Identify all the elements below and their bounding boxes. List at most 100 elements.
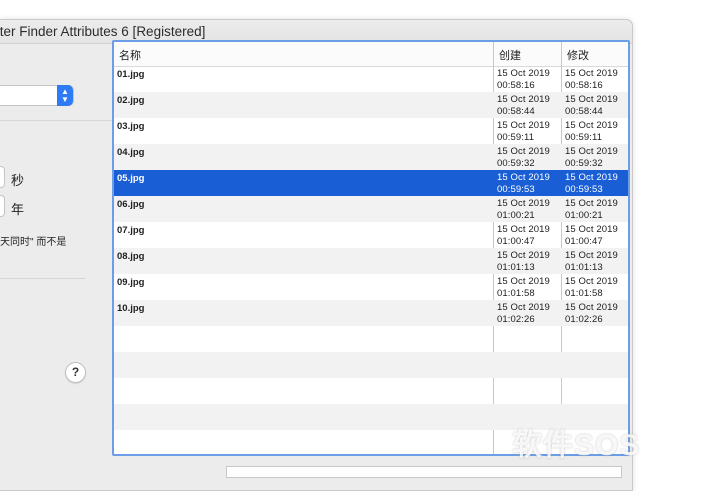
help-button[interactable]: ? [65, 362, 86, 383]
settings-panel: ▲ ▼ 秒 年 天同时" 而不是 ? [0, 44, 112, 490]
year-unit-label: 年 [11, 202, 25, 217]
created-date: 15 Oct 2019 [497, 276, 550, 287]
created-cell: 15 Oct 2019 01:01:58 [497, 276, 550, 299]
modified-cell: 15 Oct 2019 01:00:21 [565, 198, 618, 221]
modified-date: 15 Oct 2019 [565, 120, 618, 131]
table-body: 01.jpg 15 Oct 2019 00:58:16 15 Oct 2019 00:5… [114, 66, 628, 454]
table-row[interactable]: 10.jpg 15 Oct 2019 01:02:26 15 Oct 2019 01:0… [114, 300, 628, 326]
modified-date: 15 Oct 2019 [565, 68, 618, 79]
modified-cell: 15 Oct 2019 00:58:16 [565, 68, 618, 91]
column-header-created[interactable]: 创建 [499, 47, 521, 63]
created-time: 00:59:11 [497, 131, 535, 143]
created-cell: 15 Oct 2019 00:58:16 [497, 68, 550, 91]
created-date: 15 Oct 2019 [497, 198, 550, 209]
modified-time: 00:59:11 [565, 131, 603, 143]
created-cell: 15 Oct 2019 01:01:13 [497, 250, 550, 273]
modified-time: 01:00:21 [565, 209, 603, 221]
modified-time: 01:00:47 [565, 235, 603, 247]
modified-date: 15 Oct 2019 [565, 224, 618, 235]
modified-date: 15 Oct 2019 [565, 198, 618, 209]
table-row[interactable]: 02.jpg 15 Oct 2019 00:58:44 15 Oct 2019 00:5… [114, 92, 628, 118]
year-field[interactable] [0, 195, 5, 217]
seconds-field[interactable] [0, 166, 5, 188]
created-date: 15 Oct 2019 [497, 94, 550, 105]
modified-date: 15 Oct 2019 [565, 94, 618, 105]
created-cell: 15 Oct 2019 00:59:32 [497, 146, 550, 169]
modified-time: 00:58:44 [565, 105, 603, 117]
created-time: 01:02:26 [497, 313, 535, 325]
table-row[interactable]: 05.jpg 15 Oct 2019 00:59:53 15 Oct 2019 00:5… [114, 170, 628, 196]
created-time: 01:01:58 [497, 287, 535, 299]
created-time: 01:00:47 [497, 235, 535, 247]
created-cell: 15 Oct 2019 01:02:26 [497, 302, 550, 325]
file-name-cell: 03.jpg [117, 121, 145, 132]
file-name-cell: 09.jpg [117, 277, 145, 288]
table-row[interactable]: 03.jpg 15 Oct 2019 00:59:11 15 Oct 2019 00:5… [114, 118, 628, 144]
file-table[interactable]: 名称 创建 修改 01.jpg 15 Oct 2019 00:58:16 15 Oct… [112, 40, 630, 456]
file-name-cell: 06.jpg [117, 199, 145, 210]
created-date: 15 Oct 2019 [497, 120, 550, 131]
chevron-updown-icon: ▲ ▼ [57, 85, 73, 106]
created-date: 15 Oct 2019 [497, 250, 550, 261]
modified-time: 01:01:13 [565, 261, 603, 273]
empty-row[interactable] [114, 326, 628, 352]
modified-time: 00:59:53 [565, 183, 603, 195]
modified-cell: 15 Oct 2019 00:59:32 [565, 146, 618, 169]
created-time: 00:58:44 [497, 105, 535, 117]
file-name-cell: 02.jpg [117, 95, 145, 106]
modified-time: 00:59:32 [565, 157, 603, 169]
window-title: tter Finder Attributes 6 [Registered] [0, 24, 206, 39]
watermark-logo: 软件SOS [512, 429, 641, 462]
created-date: 15 Oct 2019 [497, 172, 550, 183]
table-row[interactable]: 09.jpg 15 Oct 2019 01:01:58 15 Oct 2019 01:0… [114, 274, 628, 300]
modified-time: 01:02:26 [565, 313, 603, 325]
file-name-cell: 07.jpg [117, 225, 145, 236]
empty-row[interactable] [114, 352, 628, 378]
modified-date: 15 Oct 2019 [565, 172, 618, 183]
option-description: 天同时" 而不是 [0, 237, 67, 248]
panel-divider [0, 120, 112, 121]
modified-date: 15 Oct 2019 [565, 250, 618, 261]
file-name-cell: 01.jpg [117, 69, 145, 80]
file-name-cell: 04.jpg [117, 147, 145, 158]
modified-time: 00:58:16 [565, 79, 603, 91]
created-cell: 15 Oct 2019 01:00:21 [497, 198, 550, 221]
modified-date: 15 Oct 2019 [565, 146, 618, 157]
column-header-modified[interactable]: 修改 [567, 47, 589, 63]
modified-cell: 15 Oct 2019 01:02:26 [565, 302, 618, 325]
created-cell: 15 Oct 2019 01:00:47 [497, 224, 550, 247]
modified-cell: 15 Oct 2019 01:01:58 [565, 276, 618, 299]
table-row[interactable]: 01.jpg 15 Oct 2019 00:58:16 15 Oct 2019 00:5… [114, 66, 628, 92]
seconds-unit-label: 秒 [11, 173, 25, 188]
modified-date: 15 Oct 2019 [565, 302, 618, 313]
created-cell: 15 Oct 2019 00:58:44 [497, 94, 550, 117]
created-date: 15 Oct 2019 [497, 302, 550, 313]
table-row[interactable]: 08.jpg 15 Oct 2019 01:01:13 15 Oct 2019 01:0… [114, 248, 628, 274]
created-date: 15 Oct 2019 [497, 224, 550, 235]
table-header: 名称 创建 修改 [114, 42, 628, 67]
table-row[interactable]: 04.jpg 15 Oct 2019 00:59:32 15 Oct 2019 00:5… [114, 144, 628, 170]
table-row[interactable]: 07.jpg 15 Oct 2019 01:00:47 15 Oct 2019 01:0… [114, 222, 628, 248]
file-name-cell: 10.jpg [117, 303, 145, 314]
table-row[interactable]: 06.jpg 15 Oct 2019 01:00:21 15 Oct 2019 01:0… [114, 196, 628, 222]
mode-popup-button[interactable]: ▲ ▼ [0, 85, 74, 106]
created-time: 00:59:53 [497, 183, 535, 195]
modified-cell: 15 Oct 2019 01:00:47 [565, 224, 618, 247]
created-cell: 15 Oct 2019 00:59:53 [497, 172, 550, 195]
created-time: 01:01:13 [497, 261, 535, 273]
column-header-name[interactable]: 名称 [119, 47, 141, 63]
modified-cell: 15 Oct 2019 00:58:44 [565, 94, 618, 117]
created-time: 00:59:32 [497, 157, 535, 169]
created-date: 15 Oct 2019 [497, 68, 550, 79]
created-time: 00:58:16 [497, 79, 535, 91]
modified-time: 01:01:58 [565, 287, 603, 299]
modified-date: 15 Oct 2019 [565, 276, 618, 287]
file-name-cell: 08.jpg [117, 251, 145, 262]
modified-cell: 15 Oct 2019 01:01:13 [565, 250, 618, 273]
modified-cell: 15 Oct 2019 00:59:11 [565, 120, 618, 143]
created-cell: 15 Oct 2019 00:59:11 [497, 120, 550, 143]
created-time: 01:00:21 [497, 209, 535, 221]
footer-field[interactable] [226, 466, 622, 478]
empty-row[interactable] [114, 378, 628, 404]
panel-divider-2 [0, 278, 85, 279]
